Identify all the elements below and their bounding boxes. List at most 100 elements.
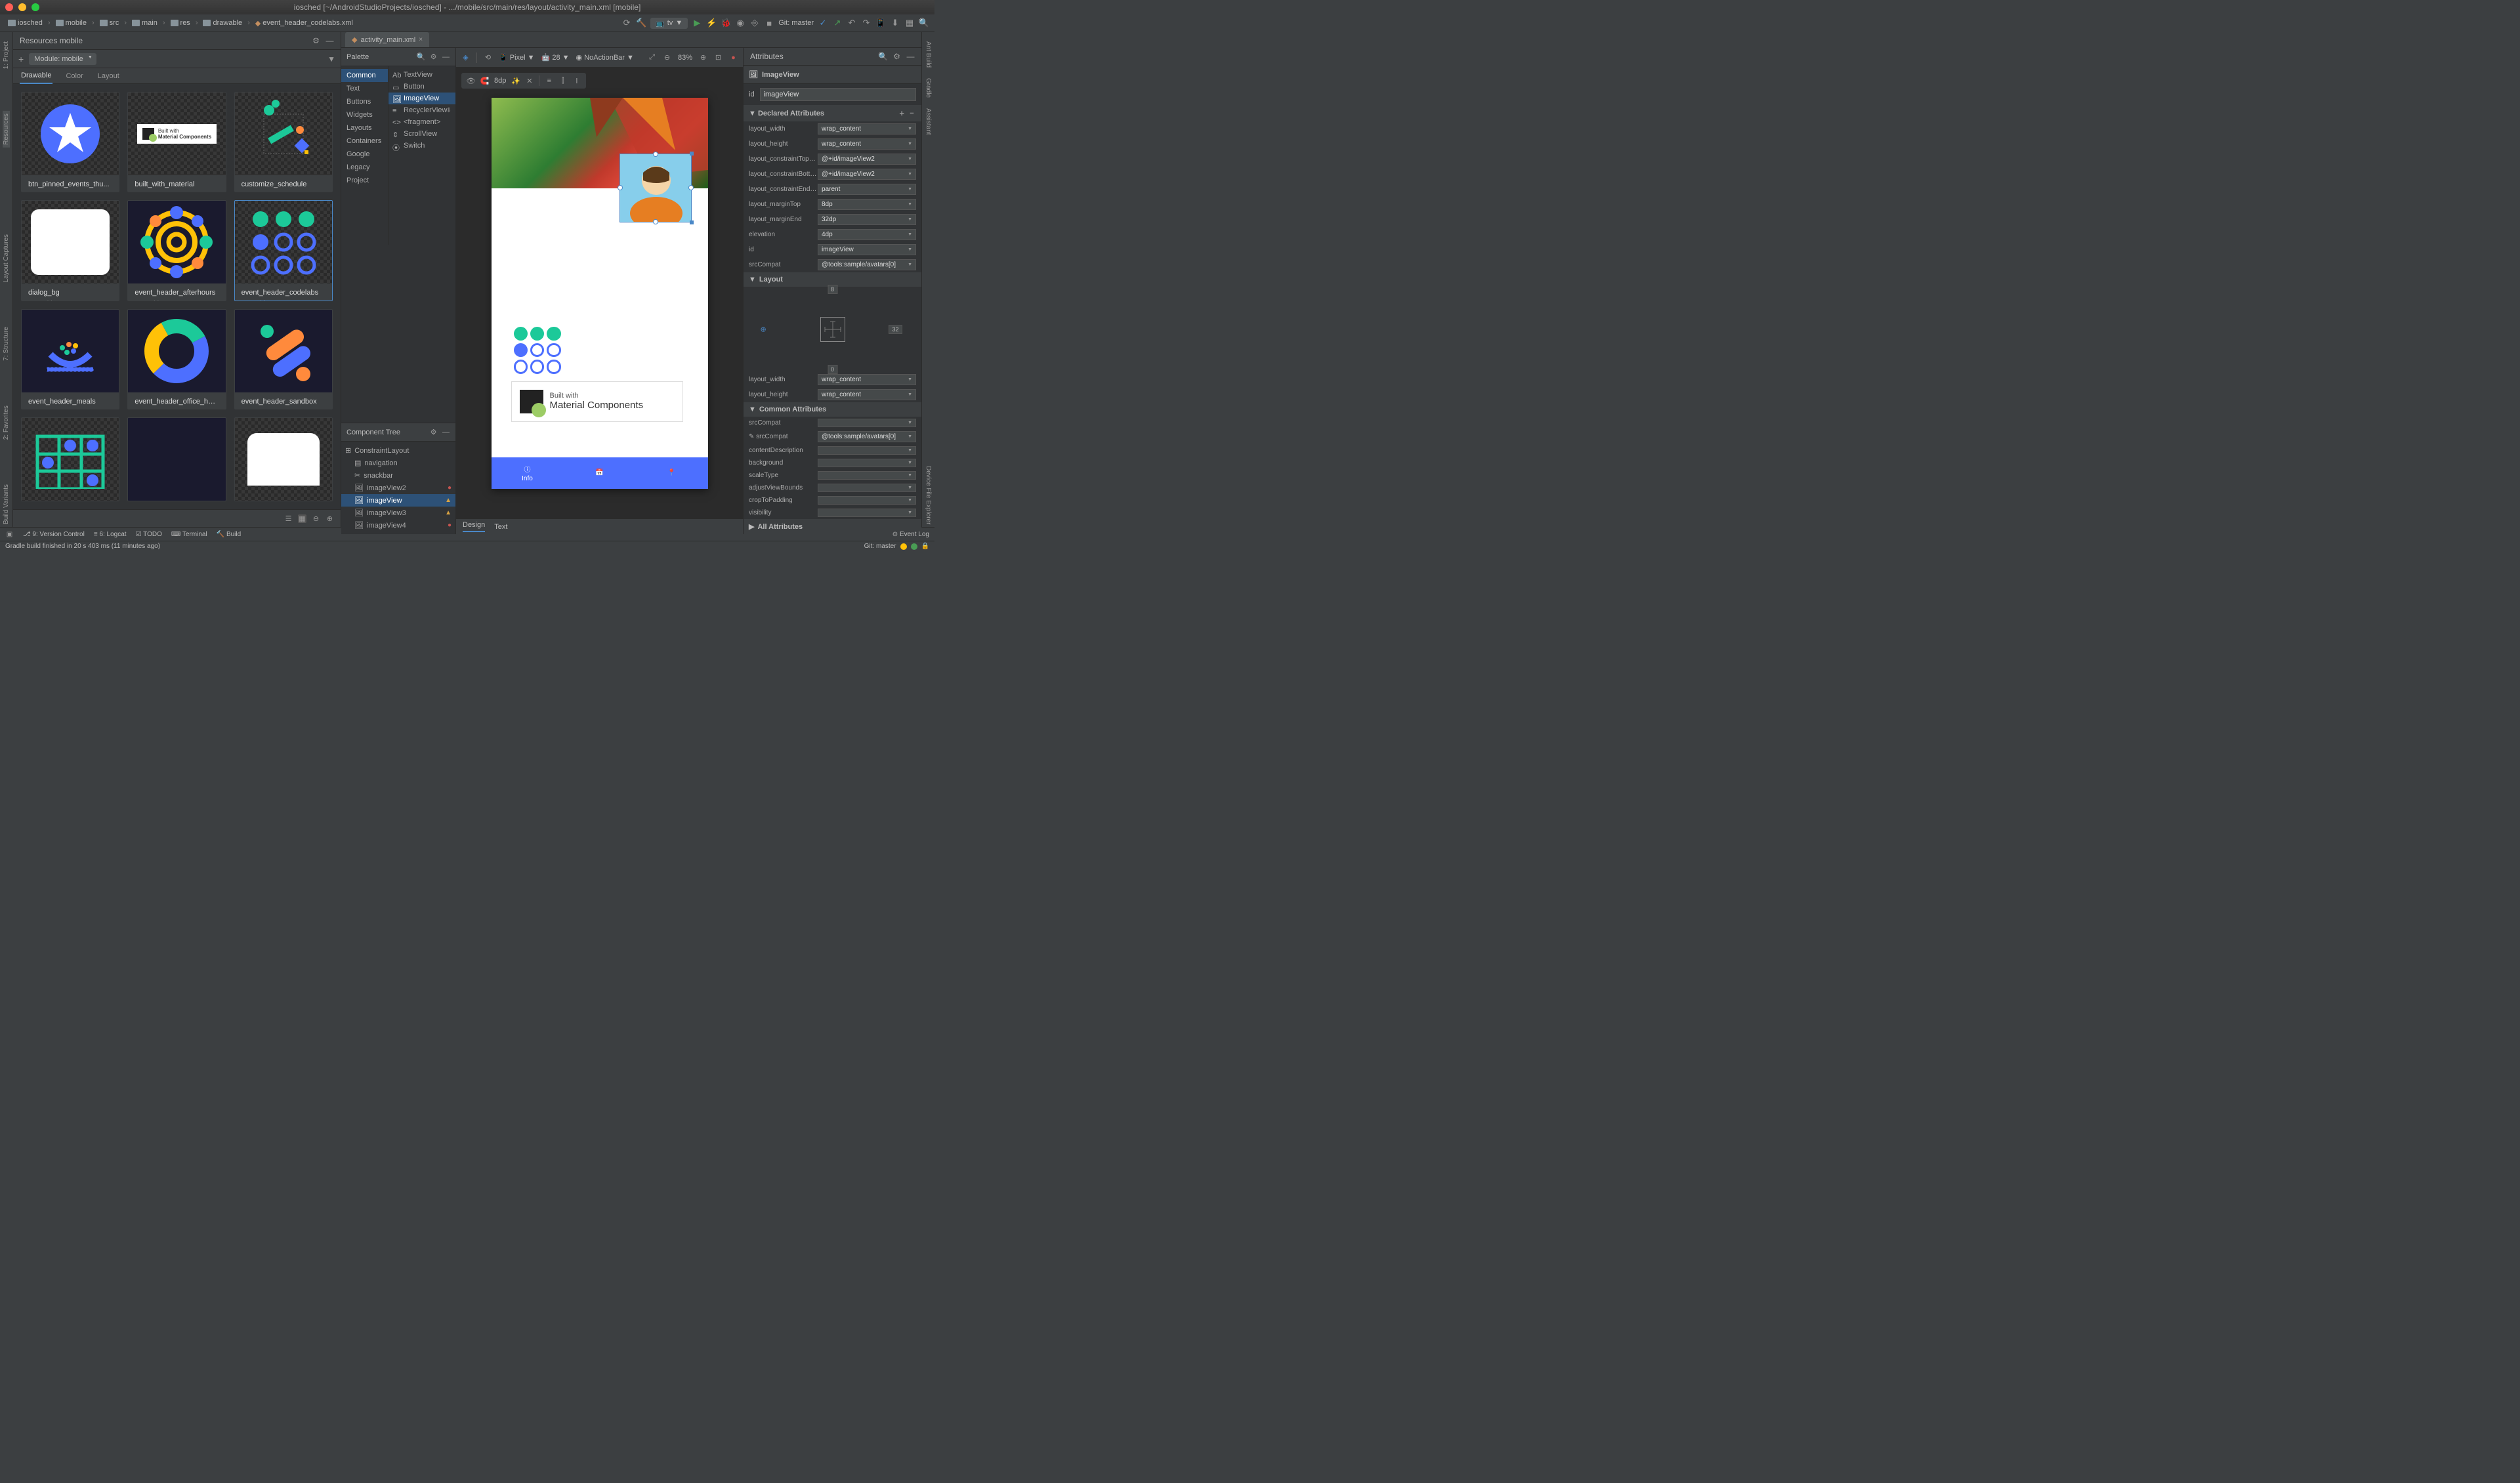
debug-icon[interactable]: 🐞 (721, 18, 731, 28)
declared-section[interactable]: ▼ Declared Attributes + − (744, 105, 921, 121)
filter-icon[interactable]: ▼ (327, 54, 335, 64)
breadcrumb-item[interactable]: mobile (53, 18, 89, 28)
pitem-button[interactable]: ▭Button (388, 81, 455, 93)
device-selector[interactable]: 📱 Pixel ▼ (499, 53, 535, 62)
avd-icon[interactable]: 📱 (875, 18, 886, 28)
pan-icon[interactable]: ⤢ (648, 53, 656, 62)
design-mode-icon[interactable]: ◈ (461, 53, 470, 62)
api-selector[interactable]: 🤖 28 ▼ (541, 53, 570, 62)
maximize-icon[interactable] (32, 3, 39, 11)
gutter-ant[interactable]: Ant Build (925, 39, 932, 70)
resource-card[interactable]: event_header_office_hoursDrawable1 versi… (127, 309, 226, 409)
gutter-favorites[interactable]: 2: Favorites (3, 403, 10, 442)
resource-card[interactable]: customize_scheduleDrawable1 version (234, 92, 333, 192)
stop-icon[interactable]: ■ (764, 18, 774, 28)
resource-card[interactable]: event_header_afterhoursDrawable1 version (127, 200, 226, 301)
collapse-icon[interactable]: ▣ (5, 530, 14, 539)
minimize-icon[interactable]: — (442, 428, 450, 436)
gutter-build-variants[interactable]: Build Variants (3, 482, 10, 527)
clear-icon[interactable]: ✕ (525, 77, 534, 85)
breadcrumb-item[interactable]: main (129, 18, 160, 28)
corner-handle[interactable] (690, 220, 694, 224)
zoom-out-icon[interactable]: ⊖ (663, 53, 671, 62)
attr-value[interactable]: wrap_content (818, 138, 916, 150)
pcat-legacy[interactable]: Legacy (341, 161, 388, 174)
lock-icon[interactable]: 🔒 (921, 543, 929, 550)
resource-card[interactable] (21, 417, 119, 501)
event-log[interactable]: ⊙ Event Log (892, 531, 929, 538)
pitem-switch[interactable]: ⦿Switch (388, 140, 455, 152)
run-config-selector[interactable]: 📺 tv ▼ (650, 18, 688, 29)
pitem-scrollview[interactable]: ⇕ScrollView (388, 128, 455, 140)
breadcrumb-item[interactable]: iosched (5, 18, 45, 28)
resource-card[interactable] (127, 417, 226, 501)
pcat-widgets[interactable]: Widgets (341, 108, 388, 121)
pcat-text[interactable]: Text (341, 82, 388, 95)
profile-icon[interactable]: ◉ (735, 18, 746, 28)
tab-design[interactable]: Design (463, 521, 485, 532)
structure-icon[interactable]: ▦ (904, 18, 915, 28)
tree-item[interactable]: 🖼imageView▲ (341, 494, 455, 507)
tab-color[interactable]: Color (64, 69, 84, 83)
search-icon[interactable]: 🔍 (417, 52, 425, 61)
module-selector[interactable]: Module: mobile (29, 53, 96, 65)
attr-value[interactable]: parent (818, 184, 916, 195)
search-icon[interactable]: 🔍 (879, 52, 887, 61)
attr-value[interactable]: imageView (818, 244, 916, 255)
pcat-google[interactable]: Google (341, 148, 388, 161)
close-tab-icon[interactable]: × (419, 36, 423, 43)
pcat-project[interactable]: Project (341, 174, 388, 187)
resource-card[interactable]: btn_pinned_events_thu...Drawable1 versio… (21, 92, 119, 192)
gear-icon[interactable]: ⚙ (892, 52, 901, 61)
list-view-icon[interactable]: ☰ (284, 514, 293, 523)
zoom-fit-icon[interactable]: ⊡ (714, 53, 723, 62)
sdk-icon[interactable]: ⬇ (890, 18, 900, 28)
tree-item[interactable]: ▤navigation (341, 457, 455, 469)
resource-card[interactable]: Built withMaterial Components built_with… (127, 92, 226, 192)
device-frame[interactable]: Built withMaterial Components ⓘInfo 📅 📍 (492, 98, 708, 489)
pcat-common[interactable]: Common (341, 69, 388, 82)
git-branch[interactable]: Git: master (864, 543, 896, 550)
nav-map[interactable]: 📍 (636, 457, 708, 489)
margin-top[interactable]: 8 (828, 285, 837, 294)
zoom-in-icon[interactable]: ⊕ (699, 53, 707, 62)
gutter-device-explorer[interactable]: Device File Explorer (925, 463, 932, 527)
search-icon[interactable]: 🔍 (919, 18, 929, 28)
breadcrumb-item[interactable]: res (168, 18, 193, 28)
resize-handle[interactable] (688, 185, 694, 190)
gear-icon[interactable]: ⚙ (429, 52, 438, 61)
attr-value[interactable]: @tools:sample/avatars[0] (818, 259, 916, 270)
gutter-structure[interactable]: 7: Structure (3, 324, 10, 364)
revert-icon[interactable]: ↷ (861, 18, 872, 28)
history-icon[interactable]: ↶ (847, 18, 857, 28)
corner-handle[interactable] (690, 152, 694, 156)
gutter-project[interactable]: 1: Project (3, 39, 10, 72)
pitem-textview[interactable]: AbTextView (388, 69, 455, 81)
attr-value[interactable]: wrap_content (818, 123, 916, 135)
orientation-icon[interactable]: ⟲ (484, 53, 492, 62)
gear-icon[interactable]: ⚙ (312, 37, 320, 45)
download-icon[interactable]: ⬇ (446, 107, 452, 114)
magnet-icon[interactable]: 🧲 (480, 77, 489, 85)
constraint-diagram[interactable]: 8 0 32 ⊕ (744, 287, 921, 372)
attr-value[interactable] (818, 446, 916, 455)
pitem-recyclerview[interactable]: ≡RecyclerView⬇ (388, 104, 455, 116)
gutter-captures[interactable]: Layout Captures (3, 232, 10, 285)
tree-item[interactable]: ✂snackbar (341, 469, 455, 482)
attr-value[interactable]: wrap_content (818, 374, 916, 385)
remove-attr-icon[interactable]: − (908, 109, 916, 117)
pcat-buttons[interactable]: Buttons (341, 95, 388, 108)
attr-value[interactable] (818, 419, 916, 427)
nav-schedule[interactable]: 📅 (564, 457, 636, 489)
tab-layout[interactable]: Layout (96, 69, 121, 83)
attr-value[interactable]: wrap_content (818, 389, 916, 400)
pcat-containers[interactable]: Containers (341, 135, 388, 148)
attr-value[interactable]: @+id/imageView2 (818, 169, 916, 180)
gutter-resources[interactable]: Resources (3, 111, 10, 148)
tab-drawable[interactable]: Drawable (20, 68, 52, 84)
tool-terminal[interactable]: ⌨ Terminal (171, 531, 207, 538)
nav-info[interactable]: ⓘInfo (492, 457, 564, 489)
zoom-out-icon[interactable]: ⊖ (312, 514, 320, 523)
attr-value[interactable] (818, 471, 916, 480)
tool-build[interactable]: 🔨 Build (217, 531, 241, 538)
